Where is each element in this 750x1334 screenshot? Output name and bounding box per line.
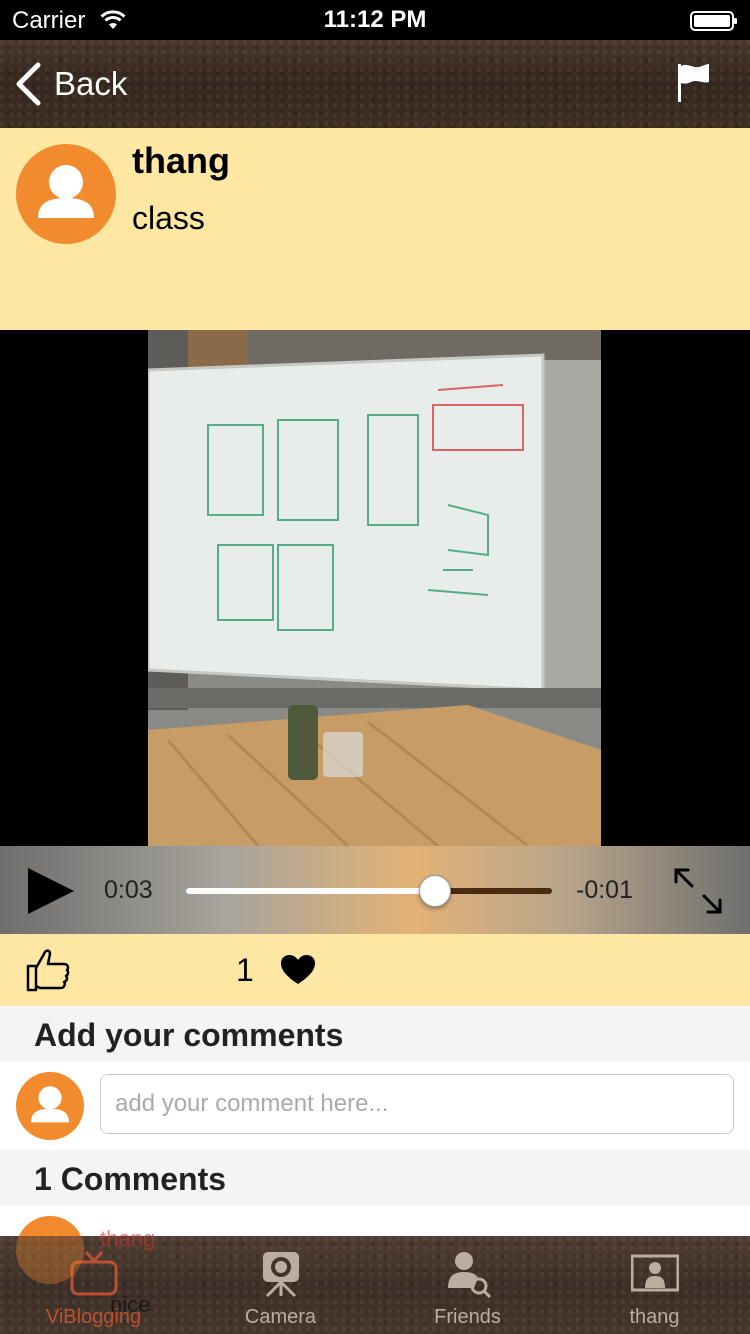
camera-icon — [262, 1252, 299, 1298]
current-user-avatar — [16, 1072, 84, 1140]
tab-label: ViBlogging — [45, 1306, 142, 1328]
tab-bar: ViBlogging Camera Friends thang — [0, 1236, 750, 1334]
profile-icon — [630, 1254, 679, 1292]
progress-slider[interactable] — [186, 875, 552, 907]
video-frame[interactable] — [148, 330, 601, 846]
play-icon[interactable] — [26, 866, 76, 916]
like-bar: 1 — [0, 934, 750, 1006]
post-author-name[interactable]: thang — [132, 140, 230, 182]
battery-icon — [690, 11, 737, 31]
tab-viblogging[interactable]: ViBlogging — [0, 1236, 187, 1334]
video-player[interactable] — [0, 330, 750, 846]
thumbs-up-icon[interactable] — [22, 944, 72, 994]
progress-fill — [186, 888, 435, 894]
back-button[interactable]: Back — [14, 60, 127, 108]
tab-profile[interactable]: thang — [561, 1236, 748, 1334]
user-silhouette-icon — [38, 165, 94, 218]
flag-icon[interactable] — [676, 62, 712, 104]
add-comments-heading: Add your comments — [0, 1006, 750, 1062]
friends-search-icon — [447, 1252, 491, 1298]
author-avatar[interactable] — [16, 144, 116, 244]
progress-thumb[interactable] — [418, 875, 451, 907]
video-thumbnail — [148, 330, 601, 846]
status-time: 11:12 PM — [323, 6, 427, 33]
time-remaining: -0:01 — [576, 876, 633, 904]
status-bar: Carrier 11:12 PM — [0, 0, 750, 40]
time-elapsed: 0:03 — [104, 876, 153, 904]
tab-label: thang — [629, 1306, 680, 1328]
tab-friends[interactable]: Friends — [374, 1236, 561, 1334]
post-caption: class — [132, 200, 205, 236]
heart-icon — [281, 955, 315, 984]
chevron-left-icon — [16, 62, 41, 106]
post-header: thang class — [0, 128, 750, 330]
tab-camera[interactable]: Camera — [187, 1236, 374, 1334]
navigation-bar: Back — [0, 40, 750, 128]
user-silhouette-icon — [30, 1086, 70, 1123]
tab-label: Camera — [244, 1306, 317, 1328]
back-label: Back — [54, 65, 128, 102]
comment-input-row — [0, 1062, 750, 1150]
comments-count-heading: 1 Comments — [0, 1150, 750, 1206]
comment-input[interactable] — [100, 1074, 734, 1134]
player-controls: 0:03 -0:01 — [0, 846, 750, 934]
tab-label: Friends — [434, 1306, 501, 1328]
fullscreen-icon[interactable] — [672, 866, 724, 916]
tv-icon — [70, 1251, 117, 1296]
like-count: 1 — [236, 952, 254, 988]
